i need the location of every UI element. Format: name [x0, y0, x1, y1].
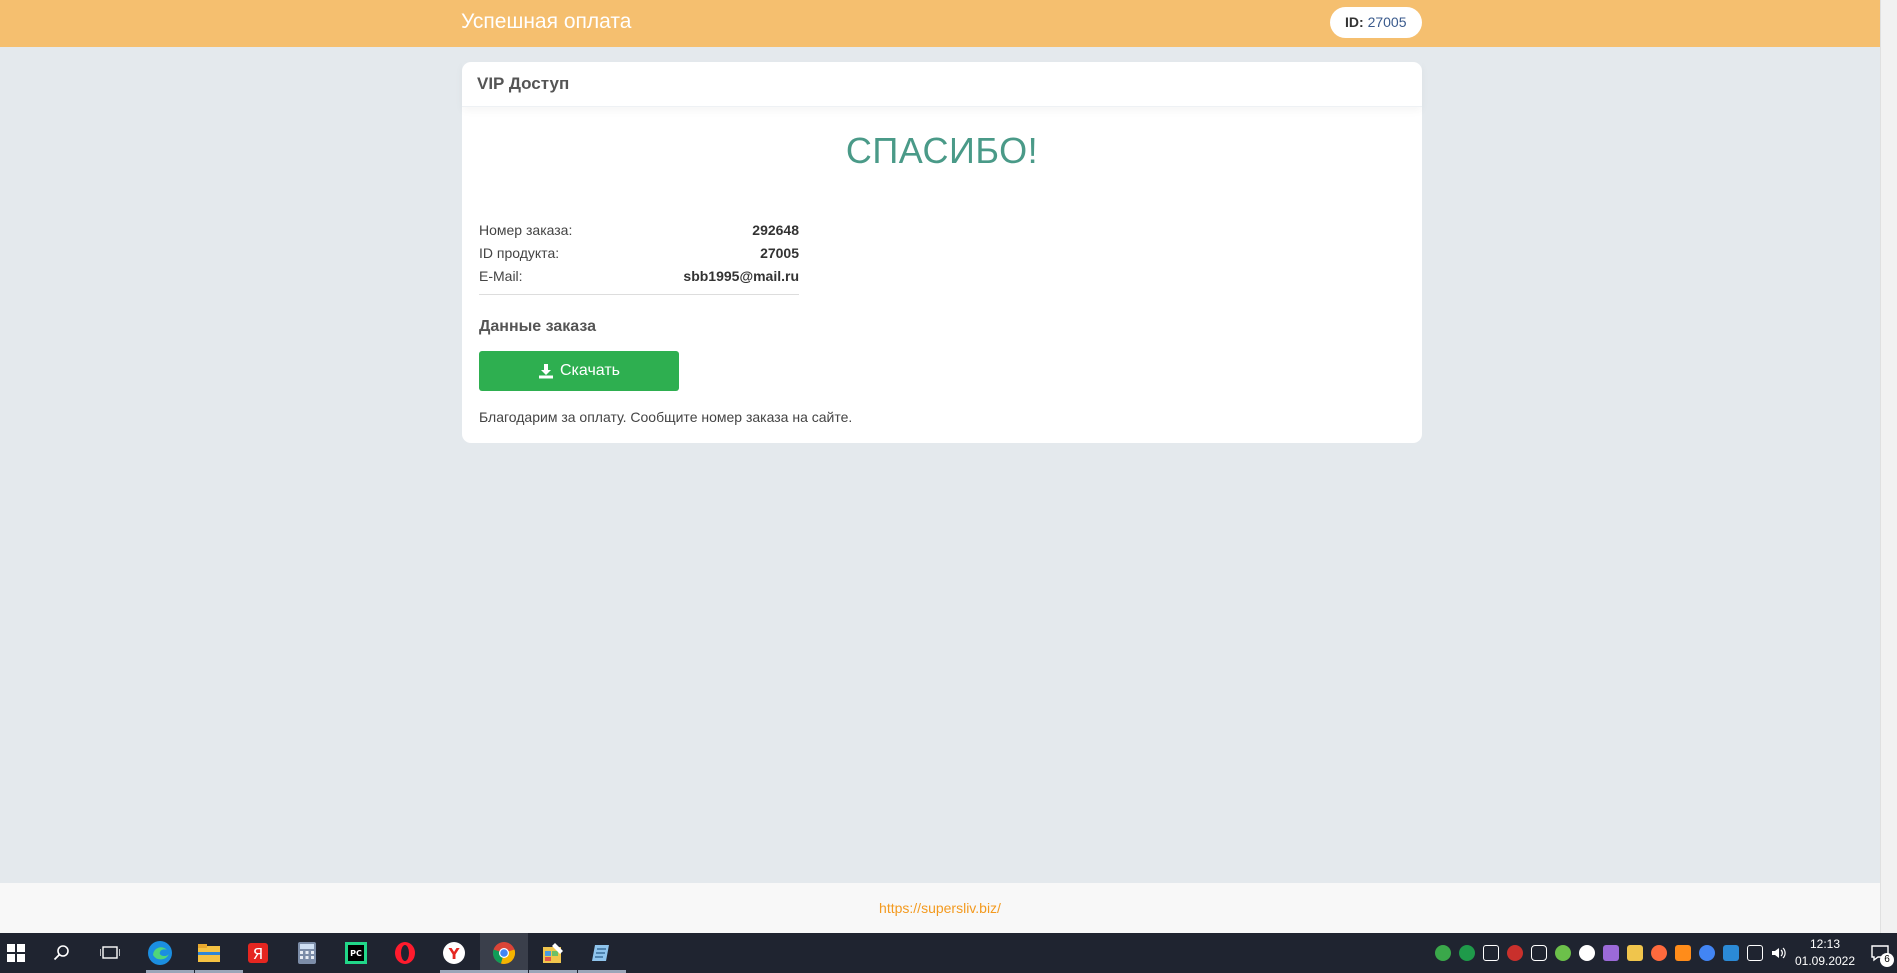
clock-time: 12:13 — [1809, 937, 1841, 951]
tray-yandex-icon[interactable] — [1579, 945, 1595, 961]
tray-security-icon[interactable] — [1435, 945, 1451, 961]
info-value: 27005 — [760, 245, 799, 261]
product-id-value: 27005 — [1367, 14, 1407, 30]
info-label: E-Mail: — [479, 268, 523, 284]
yandex-icon[interactable]: Я — [244, 939, 272, 967]
info-value: sbb1995@mail.ru — [683, 268, 799, 284]
network-icon[interactable] — [1747, 945, 1763, 961]
paint-icon[interactable] — [539, 939, 567, 967]
svg-text:Y: Y — [448, 945, 461, 963]
download-button[interactable]: Скачать — [479, 351, 679, 391]
chrome-icon[interactable] — [490, 939, 518, 967]
browser-viewport: Успешная оплата ID: 27005 VIP Доступ СПА… — [0, 0, 1880, 933]
order-info: Номер заказа: 292648 ID продукта: 27005 … — [479, 219, 799, 295]
card-title: VIP Доступ — [477, 74, 570, 93]
task-view-icon[interactable] — [96, 939, 124, 967]
calculator-icon[interactable] — [293, 939, 321, 967]
info-label: ID продукта: — [479, 245, 560, 261]
info-row-order-number: Номер заказа: 292648 — [479, 219, 799, 242]
product-id-label: ID: — [1345, 14, 1364, 30]
info-row-email: E-Mail: sbb1995@mail.ru — [479, 265, 799, 288]
tray-app-icon[interactable] — [1723, 945, 1739, 961]
pycharm-icon[interactable]: PC — [342, 939, 370, 967]
download-icon — [539, 364, 553, 379]
page-title: Успешная оплата — [461, 10, 632, 33]
taskbar: Я PC Y 12:13 01.09.2022 6 — [0, 933, 1897, 973]
thanks-note: Благодарим за оплату. Сообщите номер зак… — [479, 409, 853, 425]
notepad-icon[interactable] — [588, 939, 616, 967]
tray-app-icon[interactable] — [1675, 945, 1691, 961]
clock[interactable]: 12:13 01.09.2022 — [1785, 936, 1865, 970]
site-link[interactable]: https://supersliv.biz/ — [879, 900, 1001, 916]
clock-date: 01.09.2022 — [1794, 954, 1856, 968]
edge-icon[interactable] — [146, 939, 174, 967]
info-label: Номер заказа: — [479, 222, 573, 238]
download-button-label: Скачать — [560, 362, 620, 379]
info-value: 292648 — [752, 222, 799, 238]
notifications-count: 6 — [1880, 953, 1894, 967]
divider — [479, 294, 799, 295]
tray-window-icon[interactable] — [1483, 945, 1499, 961]
tray-app-icon[interactable] — [1531, 945, 1547, 961]
info-row-product-id: ID продукта: 27005 — [479, 242, 799, 265]
order-data-heading: Данные заказа — [479, 318, 597, 335]
start-icon[interactable] — [2, 939, 30, 967]
opera-icon[interactable] — [391, 939, 419, 967]
tray-pen-icon[interactable] — [1603, 945, 1619, 961]
product-id-badge: ID: 27005 — [1330, 7, 1422, 38]
search-icon[interactable] — [48, 939, 76, 967]
file-explorer-icon[interactable] — [195, 939, 223, 967]
tray-app-icon[interactable] — [1507, 945, 1523, 961]
yandex-browser-icon[interactable]: Y — [440, 939, 468, 967]
svg-text:PC: PC — [350, 949, 362, 958]
svg-text:Я: Я — [253, 945, 263, 963]
tray-app-icon[interactable] — [1627, 945, 1643, 961]
order-card: VIP Доступ СПАСИБО! Номер заказа: 292648… — [462, 62, 1422, 443]
scrollbar[interactable] — [1880, 0, 1897, 933]
tray-app-icon[interactable] — [1555, 945, 1571, 961]
tray-app-icon[interactable] — [1459, 945, 1475, 961]
thanks-heading: СПАСИБО! — [845, 130, 1039, 171]
tray-app-icon[interactable] — [1651, 945, 1667, 961]
footer: https://supersliv.biz/ — [0, 883, 1880, 933]
top-bar: Успешная оплата ID: 27005 — [0, 0, 1880, 47]
tray-chrome-icon[interactable] — [1699, 945, 1715, 961]
card-header: VIP Доступ — [462, 62, 1422, 107]
